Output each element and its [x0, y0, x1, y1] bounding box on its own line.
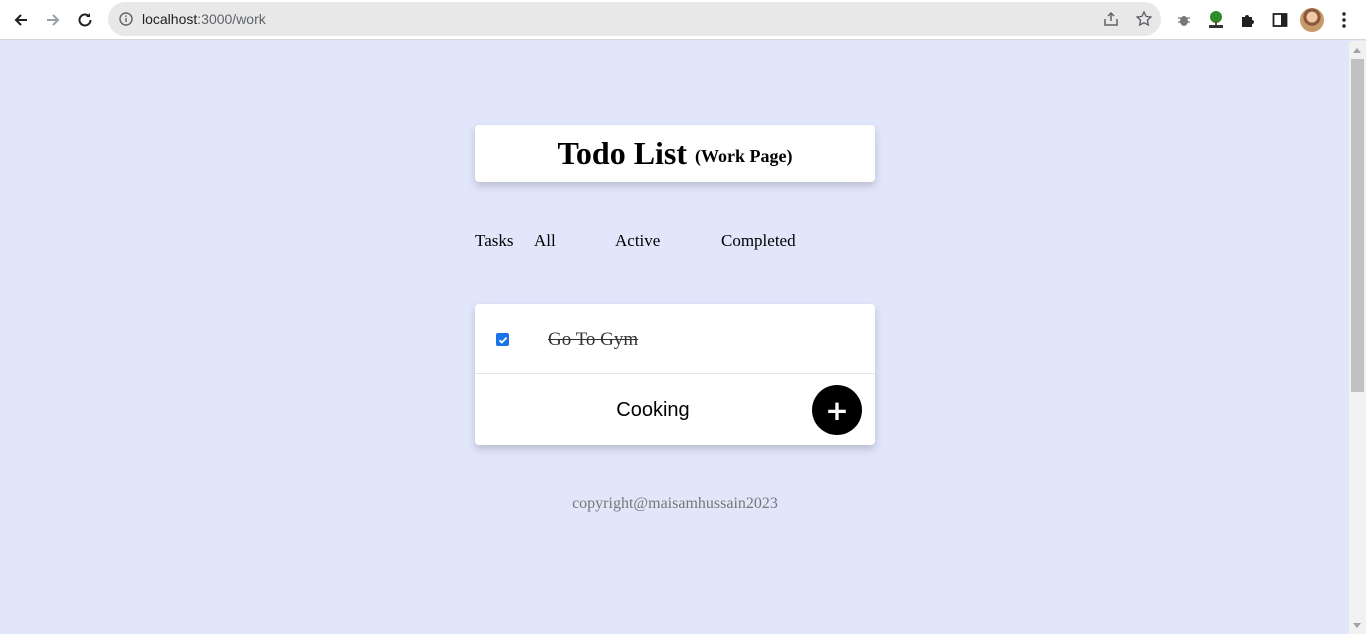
- task-checkbox[interactable]: [496, 333, 509, 346]
- menu-more-icon[interactable]: [1333, 9, 1355, 31]
- side-panel-icon[interactable]: [1269, 9, 1291, 31]
- tab-all[interactable]: All: [534, 231, 556, 251]
- bug-extension-icon[interactable]: [1173, 9, 1195, 31]
- copyright-footer: copyright@maisamhussain2023: [572, 495, 778, 512]
- new-task-input[interactable]: [535, 393, 771, 427]
- back-icon[interactable]: [8, 7, 34, 33]
- tree-extension-icon[interactable]: [1205, 9, 1227, 31]
- tab-active[interactable]: Active: [615, 231, 660, 251]
- task-text: Go To Gym: [548, 329, 639, 350]
- add-task-button[interactable]: +: [812, 385, 862, 435]
- bookmark-star-icon[interactable]: [1135, 10, 1153, 28]
- tab-completed[interactable]: Completed: [721, 231, 796, 251]
- todo-list-card: Go To Gym +: [475, 304, 875, 445]
- page-subtitle: (Work Page): [695, 146, 793, 166]
- reload-icon[interactable]: [72, 7, 98, 33]
- list-item: Go To Gym: [475, 304, 875, 374]
- browser-toolbar: localhost:3000/work: [0, 0, 1366, 40]
- page-scrollbar[interactable]: [1349, 41, 1366, 634]
- scroll-up-arrow[interactable]: [1353, 48, 1361, 53]
- url-path: :3000/work: [197, 11, 266, 27]
- scrollbar-thumb[interactable]: [1351, 59, 1364, 392]
- forward-icon[interactable]: [40, 7, 66, 33]
- url-text: localhost:3000/work: [142, 11, 266, 27]
- url-host: localhost: [142, 11, 198, 27]
- heading-card: Todo List (Work Page): [475, 125, 875, 182]
- tasks-label: Tasks: [475, 231, 514, 250]
- share-icon[interactable]: [1102, 10, 1120, 28]
- address-bar[interactable]: localhost:3000/work: [108, 2, 1161, 36]
- scroll-down-arrow[interactable]: [1353, 623, 1361, 628]
- new-task-row: +: [475, 375, 875, 445]
- info-icon[interactable]: [119, 11, 133, 30]
- profile-avatar[interactable]: [1300, 8, 1324, 32]
- extensions-puzzle-icon[interactable]: [1237, 9, 1259, 31]
- page-title: Todo List: [557, 135, 688, 171]
